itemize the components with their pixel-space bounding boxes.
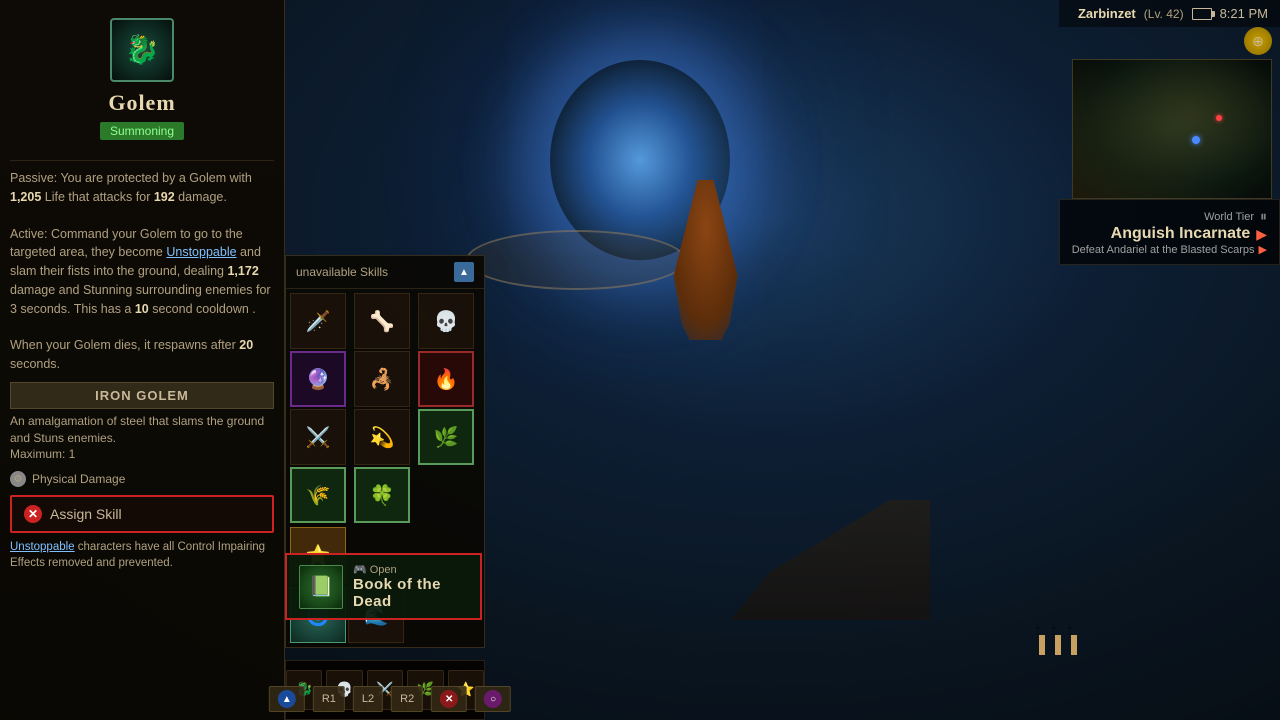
pause-icon: ⏸ (1260, 208, 1267, 225)
skill-tag: Summoning (100, 122, 184, 140)
r2-label: R2 (400, 693, 414, 705)
skill-title: Golem (108, 90, 175, 116)
skill-cell-2[interactable]: 🦴 (354, 293, 410, 349)
unstoppable-note: Unstoppable characters have all Control … (10, 539, 274, 571)
r1-btn[interactable]: R1 (313, 686, 345, 712)
skill-cell-10[interactable]: 🌾 (290, 467, 346, 523)
player-level: (Lv. 42) (1144, 7, 1184, 21)
minimap-content (1073, 60, 1271, 198)
world-tier-area: World Tier ⏸ Anguish Incarnate ▶ Defeat … (1059, 199, 1280, 265)
assign-skill-button[interactable]: ✕ Assign Skill (10, 495, 274, 533)
triangle-button[interactable]: ▲ (454, 262, 474, 282)
book-button-text: 🎮 Open Book of the Dead (353, 563, 468, 610)
skill-passive-desc: Passive: You are protected by a Golem wi… (10, 169, 274, 207)
candles-decoration (1036, 635, 1080, 660)
skill-icon: 🐉 (110, 18, 174, 82)
hud-top-right: Zarbinzet (Lv. 42) 8:21 PM ⊕ World Tier … (1059, 0, 1280, 265)
world-tier-quest: Defeat Andariel at the Blasted Scarps (1072, 244, 1255, 256)
skill-cell-11[interactable]: 🍀 (354, 467, 410, 523)
l2-btn[interactable]: L2 (353, 686, 383, 712)
unavailable-skills-header: unavailable Skills ▲ (286, 256, 484, 289)
compass-icon: ⊕ (1244, 27, 1272, 55)
world-tier-arrow[interactable]: ▶ (1256, 226, 1267, 243)
golem-type-desc: An amalgamation of steel that slams the … (10, 413, 274, 463)
skill-active-desc: Active: Command your Golem to go to the … (10, 225, 274, 319)
skill-cell-4[interactable]: 🔮 (290, 351, 346, 407)
open-book-button[interactable]: 📗 🎮 Open Book of the Dead (285, 553, 482, 620)
skills-grid: 🗡️ 🦴 💀 🔮 🦂 🔥 ⚔️ 💫 🌿 🌾 🍀 (286, 289, 484, 527)
golem-type-label: IRON GOLEM (10, 382, 274, 409)
circle-btn-icon: ○ (484, 690, 502, 708)
book-title-label: Book of the Dead (353, 576, 468, 610)
skill-cell-8[interactable]: 💫 (354, 409, 410, 465)
skill-cell-1[interactable]: 🗡️ (290, 293, 346, 349)
minimap-marker-2 (1216, 115, 1222, 121)
skill-respawn-desc: When your Golem dies, it respawns after … (10, 336, 274, 374)
triangle-ctrl-btn[interactable]: ▲ (269, 686, 305, 712)
l2-label: L2 (362, 693, 374, 705)
time-display: 8:21 PM (1220, 6, 1268, 21)
x-btn[interactable]: ✕ (431, 686, 467, 712)
x-circle-icon: ✕ (24, 505, 42, 523)
skill-icon-area: 🐉 Golem Summoning (10, 10, 274, 152)
physical-damage-icon: ⚙ (10, 471, 26, 487)
quest-arrow[interactable]: ▶ (1259, 243, 1267, 256)
r1-label: R1 (322, 693, 336, 705)
battery-icon (1192, 8, 1212, 20)
circle-btn[interactable]: ○ (475, 686, 511, 712)
skill-cell-6[interactable]: 🔥 (418, 351, 474, 407)
minimap-player-marker (1192, 136, 1200, 144)
skill-cell-3[interactable]: 💀 (418, 293, 474, 349)
damage-type: ⚙ Physical Damage (10, 471, 274, 487)
player-name: Zarbinzet (1078, 6, 1136, 21)
x-btn-icon: ✕ (440, 690, 458, 708)
skill-cell-7[interactable]: ⚔️ (290, 409, 346, 465)
r2-btn[interactable]: R2 (391, 686, 423, 712)
player-info-bar: Zarbinzet (Lv. 42) 8:21 PM (1059, 0, 1280, 27)
bottom-control-buttons: ▲ R1 L2 R2 ✕ ○ (269, 686, 511, 712)
world-tier-label: World Tier (1204, 211, 1254, 223)
book-of-dead-icon: 📗 (299, 565, 343, 609)
book-open-label: 🎮 Open (353, 563, 468, 576)
skill-cell-9[interactable]: 🌿 (418, 409, 474, 465)
skill-info-panel: 🐉 Golem Summoning Passive: You are prote… (0, 0, 285, 720)
skill-cell-5[interactable]: 🦂 (354, 351, 410, 407)
minimap (1072, 59, 1272, 199)
world-tier-name: Anguish Incarnate (1111, 225, 1251, 243)
triangle-btn-icon: ▲ (278, 690, 296, 708)
ground-circle (466, 230, 686, 290)
